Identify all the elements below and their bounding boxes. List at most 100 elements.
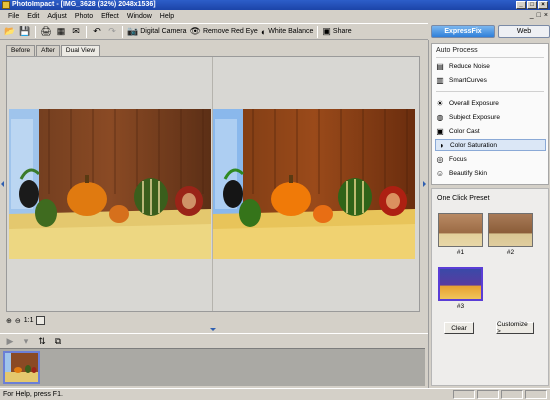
grid-icon[interactable]: ▦ <box>55 26 67 38</box>
toolbar-separator <box>122 25 123 38</box>
smartcurves-label: SmartCurves <box>449 76 487 84</box>
menu-effect[interactable]: Effect <box>101 13 119 20</box>
reduce-noise-item[interactable]: ▤ Reduce Noise <box>435 60 546 72</box>
minimize-button[interactable]: _ <box>516 1 526 9</box>
photo-after-image <box>213 109 415 259</box>
menu-window[interactable]: Window <box>127 13 152 20</box>
photo-before <box>9 109 211 259</box>
list-separator <box>436 91 544 92</box>
fit-window-icon[interactable] <box>36 316 46 325</box>
preset-3-image <box>438 267 483 301</box>
menu-adjust[interactable]: Adjust <box>47 13 66 20</box>
preset-2[interactable]: #2 <box>488 213 533 258</box>
mail-icon[interactable]: ✉ <box>70 26 82 38</box>
subject-exposure-label: Subject Exposure <box>449 113 500 121</box>
one-click-preset-area: One Click Preset #1 #2 #3 Clear Customiz… <box>431 188 549 386</box>
smartcurves-icon: ▥ <box>436 75 444 85</box>
menu-file[interactable]: File <box>8 13 19 20</box>
print-icon[interactable]: 🖨 <box>40 26 52 38</box>
left-collapse-arrow-icon[interactable] <box>1 181 4 187</box>
save-icon[interactable]: 💾 <box>19 26 31 38</box>
tab-before[interactable]: Before <box>6 45 36 56</box>
preset-3-label: #3 <box>456 303 465 310</box>
title-bar: PhotoImpact - [IMG_3628 (32%) 2048x1536]… <box>0 0 550 10</box>
zoom-in-icon[interactable]: ⊕ <box>6 317 12 325</box>
menu-photo[interactable]: Photo <box>75 13 93 20</box>
white-balance-icon: ◐ <box>260 26 267 37</box>
color-saturation-icon: ◑ <box>438 140 444 150</box>
close-button[interactable]: × <box>538 1 548 9</box>
beautify-skin-icon: ☺ <box>435 168 445 178</box>
redo-icon[interactable]: ↷ <box>106 26 118 38</box>
tab-dual-view[interactable]: Dual View <box>60 45 101 56</box>
undo-icon[interactable]: ↶ <box>91 26 103 38</box>
tab-expressfix[interactable]: ExpressFix <box>431 25 495 38</box>
white-balance-button[interactable]: ◐ White Balance <box>261 27 314 37</box>
filmstrip-thumbnail[interactable] <box>3 351 40 384</box>
menu-help[interactable]: Help <box>160 13 174 20</box>
right-collapse-arrow-icon[interactable] <box>423 181 426 187</box>
color-cast-label: Color Cast <box>449 127 480 135</box>
preset-2-image <box>488 213 533 247</box>
tab-web[interactable]: Web <box>498 25 550 38</box>
toolbar-separator <box>35 25 36 38</box>
tab-after[interactable]: After <box>36 45 60 56</box>
toolbar-separator <box>317 25 319 38</box>
preset-2-label: #2 <box>506 249 515 256</box>
image-view-area <box>6 56 420 312</box>
photo-before-image <box>9 109 211 259</box>
menu-edit[interactable]: Edit <box>27 13 39 20</box>
preset-3[interactable]: #3 <box>438 267 483 312</box>
actual-size-button[interactable]: 1:1 <box>24 317 34 324</box>
digital-camera-button[interactable]: 📷 Digital Camera <box>127 26 187 37</box>
subject-exposure-icon: ◍ <box>436 112 444 122</box>
exposure-icon: ☀ <box>436 98 444 108</box>
beautify-skin-item[interactable]: ☺ Beautify Skin <box>435 167 546 179</box>
subject-exposure-item[interactable]: ◍ Subject Exposure <box>435 111 546 123</box>
maximize-button[interactable]: □ <box>527 1 537 9</box>
open-icon[interactable]: 📂 <box>4 26 16 38</box>
status-cell <box>453 390 475 399</box>
beautify-skin-label: Beautify Skin <box>449 169 487 177</box>
view-tabs: Before After Dual View <box>6 45 101 56</box>
copy-icon[interactable]: ⧉ <box>52 335 64 347</box>
overall-exposure-item[interactable]: ☀ Overall Exposure <box>435 97 546 109</box>
list-separator <box>436 57 544 58</box>
overall-exposure-label: Overall Exposure <box>449 99 499 107</box>
status-cell <box>525 390 547 399</box>
focus-item[interactable]: ◎ Focus <box>435 153 546 165</box>
white-balance-label: White Balance <box>268 28 314 35</box>
smartcurves-item[interactable]: ▥ SmartCurves <box>435 74 546 86</box>
play-icon[interactable]: ▶ <box>4 335 16 347</box>
share-icon: ▣ <box>322 26 331 36</box>
clear-button[interactable]: Clear <box>444 322 474 334</box>
dropdown-icon[interactable]: ▾ <box>20 335 32 347</box>
one-click-preset-header: One Click Preset <box>437 195 490 202</box>
preset-1[interactable]: #1 <box>438 213 483 258</box>
status-cell <box>501 390 523 399</box>
reduce-noise-label: Reduce Noise <box>449 62 490 70</box>
color-saturation-item[interactable]: ◑ Color Saturation <box>435 139 546 151</box>
doc-minimize-button[interactable]: _ <box>530 12 534 19</box>
zoom-out-icon[interactable]: ⊖ <box>15 317 21 325</box>
color-saturation-label: Color Saturation <box>450 141 497 149</box>
focus-icon: ◎ <box>436 154 444 164</box>
doc-close-button[interactable]: × <box>544 12 548 19</box>
color-cast-icon: ▣ <box>436 126 444 136</box>
digital-camera-label: Digital Camera <box>140 28 187 35</box>
mode-tabs: ExpressFix Web <box>428 22 550 40</box>
sort-icon[interactable]: ⇅ <box>36 335 48 347</box>
remove-red-eye-button[interactable]: 👁 Remove Red Eye <box>190 26 258 37</box>
auto-process-header: Auto Process <box>436 47 478 54</box>
toolbar-separator <box>86 25 87 38</box>
doc-restore-button[interactable]: □ <box>537 12 541 19</box>
eye-icon: 👁 <box>189 26 201 36</box>
customize-button[interactable]: Customize > <box>496 321 534 335</box>
share-button[interactable]: ▣ Share <box>322 26 351 37</box>
status-cell <box>477 390 499 399</box>
photo-after <box>213 109 415 259</box>
collapse-strip-arrow-icon[interactable] <box>210 328 216 331</box>
share-label: Share <box>332 28 352 35</box>
color-cast-item[interactable]: ▣ Color Cast <box>435 125 546 137</box>
focus-label: Focus <box>449 155 467 163</box>
